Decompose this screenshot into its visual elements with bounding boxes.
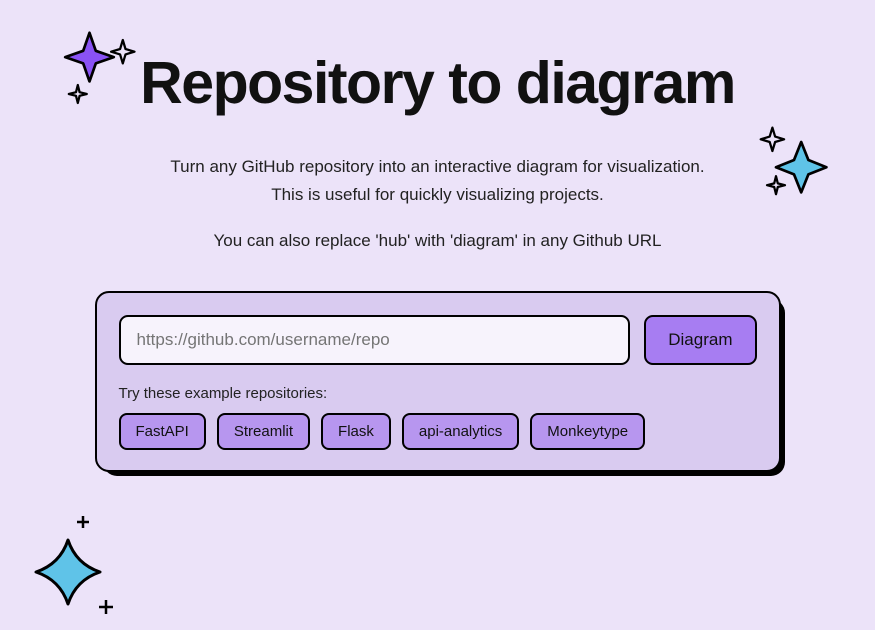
examples-label: Try these example repositories: — [119, 385, 757, 402]
example-chip-flask[interactable]: Flask — [321, 413, 391, 450]
subtitle-block: Turn any GitHub repository into an inter… — [0, 154, 875, 255]
input-card: Diagram Try these example repositories: … — [95, 291, 781, 472]
subtitle-tip: You can also replace 'hub' with 'diagram… — [0, 228, 875, 254]
page-title: Repository to diagram — [118, 0, 758, 116]
subtitle-line-1: Turn any GitHub repository into an inter… — [0, 154, 875, 180]
example-chip-api-analytics[interactable]: api-analytics — [402, 413, 519, 450]
sparkle-icon — [58, 22, 148, 112]
repo-url-input[interactable] — [119, 315, 631, 365]
subtitle-line-2: This is useful for quickly visualizing p… — [0, 182, 875, 208]
example-chip-streamlit[interactable]: Streamlit — [217, 413, 310, 450]
example-chip-fastapi[interactable]: FastAPI — [119, 413, 206, 450]
example-chips-row: FastAPI Streamlit Flask api-analytics Mo… — [119, 413, 757, 450]
sparkle-icon — [749, 115, 839, 205]
example-chip-monkeytype[interactable]: Monkeytype — [530, 413, 645, 450]
sparkle-icon — [28, 510, 128, 620]
diagram-button[interactable]: Diagram — [644, 315, 756, 365]
